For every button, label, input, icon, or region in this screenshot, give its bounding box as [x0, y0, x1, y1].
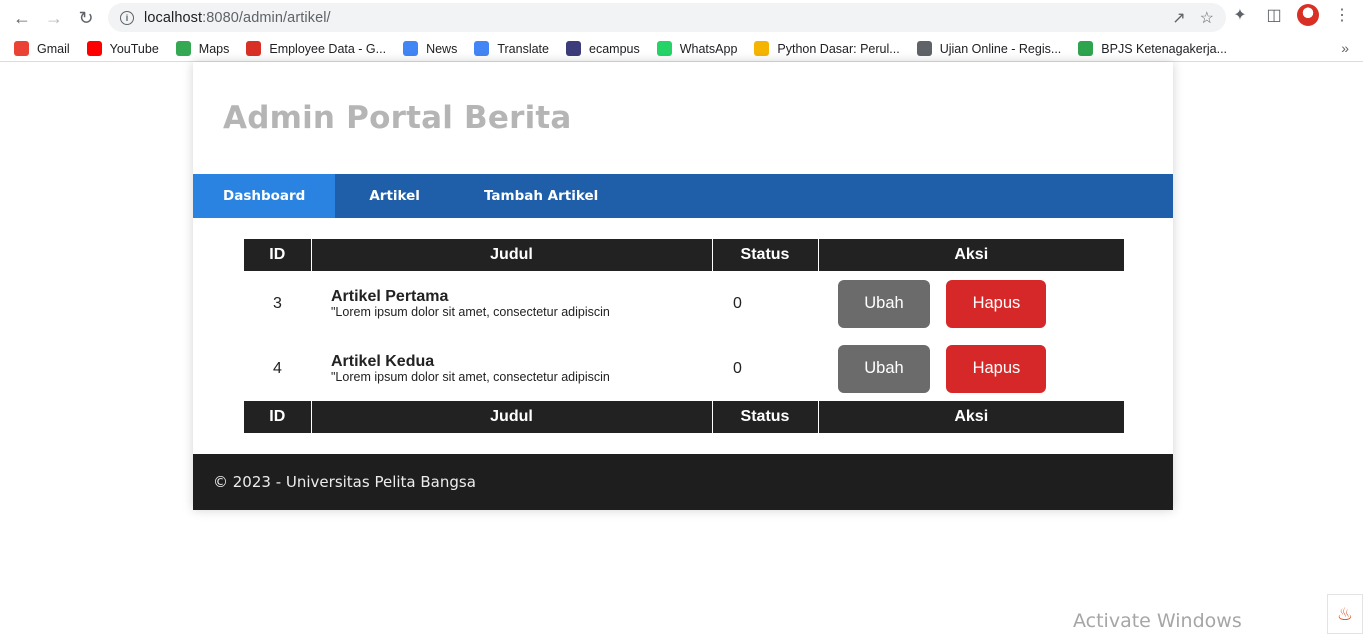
bookmark-label: ecampus	[589, 41, 640, 56]
article-table: ID Judul Status Aksi 3 Artikel Pertama "…	[244, 239, 1124, 433]
bookmark-bpjs[interactable]: BPJS Ketenagakerja...	[1078, 41, 1227, 56]
reload-icon[interactable]: ↻	[72, 4, 100, 32]
article-title: Artikel Pertama	[331, 288, 449, 305]
address-bar[interactable]: i localhost:8080/admin/artikel/ ↗ ☆	[108, 3, 1226, 32]
row-id: 4	[273, 359, 282, 377]
bookmark-grp[interactable]: Employee Data - G...	[246, 41, 386, 56]
globe-icon	[916, 41, 932, 56]
article-excerpt: "Lorem ipsum dolor sit amet, consectetur…	[331, 305, 610, 319]
site-container: Admin Portal Berita Dashboard Artikel Ta…	[193, 62, 1173, 510]
bookmark-label: Translate	[497, 41, 549, 56]
bookmark-label: WhatsApp	[679, 41, 738, 56]
header-status: Status	[711, 239, 818, 271]
gmail-icon	[14, 41, 29, 56]
footer-text: © 2023 - Universitas Pelita Bangsa	[213, 473, 476, 491]
nav-dashboard[interactable]: Dashboard	[193, 174, 336, 218]
table-header-row: ID Judul Status Aksi	[244, 239, 1124, 271]
site-footer: © 2023 - Universitas Pelita Bangsa	[193, 454, 1173, 510]
share-icon[interactable]: ↗	[1172, 8, 1185, 28]
grp-icon	[246, 41, 262, 56]
table-row: 3 Artikel Pertama "Lorem ipsum dolor sit…	[244, 271, 1124, 336]
bpjs-icon	[1078, 41, 1094, 56]
debug-toolbar-icon[interactable]: ♨	[1327, 594, 1363, 634]
bookmark-label: Gmail	[37, 41, 70, 56]
row-judul: Artikel Pertama "Lorem ipsum dolor sit a…	[311, 271, 712, 336]
row-status: 0	[733, 294, 742, 312]
site-title: Admin Portal Berita	[223, 100, 572, 136]
edit-button[interactable]: Ubah	[838, 344, 930, 393]
nav-tambah-artikel[interactable]: Tambah Artikel	[454, 174, 628, 218]
main-nav: Dashboard Artikel Tambah Artikel	[193, 174, 1173, 218]
bookmarks-bar: Gmail YouTube Maps Employee Data - G... News…	[0, 36, 1363, 62]
ecampus-icon	[566, 41, 581, 56]
more-bookmarks-icon[interactable]: »	[1341, 40, 1349, 56]
article-excerpt: "Lorem ipsum dolor sit amet, consectetur…	[331, 370, 610, 384]
delete-button[interactable]: Hapus	[946, 279, 1047, 328]
bookmark-maps[interactable]: Maps	[175, 41, 230, 56]
bookmark-python[interactable]: Python Dasar: Perul...	[754, 41, 900, 56]
bookmark-news[interactable]: News	[403, 41, 457, 56]
extensions-icon[interactable]: ✦	[1229, 4, 1251, 26]
bookmark-ecampus[interactable]: ecampus	[566, 41, 640, 56]
bookmark-label: YouTube	[109, 41, 159, 56]
profile-avatar[interactable]	[1297, 4, 1319, 26]
nav-artikel[interactable]: Artikel	[335, 174, 454, 218]
bookmark-translate[interactable]: Translate	[474, 41, 549, 56]
edit-button[interactable]: Ubah	[838, 279, 930, 328]
row-judul: Artikel Kedua "Lorem ipsum dolor sit ame…	[311, 336, 712, 401]
bookmark-youtube[interactable]: YouTube	[86, 41, 159, 56]
footer-judul: Judul	[310, 401, 712, 433]
header-judul: Judul	[310, 239, 712, 271]
row-status: 0	[733, 359, 742, 377]
article-title: Artikel Kedua	[331, 353, 435, 370]
whatsapp-icon	[656, 41, 672, 56]
row-actions: Ubah Hapus	[818, 336, 1124, 401]
footer-aksi: Aksi	[817, 401, 1124, 433]
row-actions: Ubah Hapus	[818, 271, 1124, 336]
url-text[interactable]: localhost:8080/admin/artikel/	[144, 10, 331, 26]
bookmark-globe[interactable]: Ujian Online - Regis...	[916, 41, 1062, 56]
page-viewport: Admin Portal Berita Dashboard Artikel Ta…	[0, 62, 1363, 639]
table-row: 4 Artikel Kedua "Lorem ipsum dolor sit a…	[244, 336, 1124, 401]
back-icon[interactable]: ←	[8, 4, 36, 32]
menu-icon[interactable]: ⋮	[1331, 4, 1353, 26]
bookmark-label: Employee Data - G...	[269, 41, 387, 56]
forward-icon[interactable]: →	[40, 4, 68, 32]
header-id: ID	[244, 239, 311, 271]
bookmark-gmail[interactable]: Gmail	[14, 41, 70, 56]
delete-button[interactable]: Hapus	[946, 344, 1047, 393]
bookmark-star-icon[interactable]: ☆	[1200, 8, 1214, 28]
bookmark-whatsapp[interactable]: WhatsApp	[656, 41, 738, 56]
header-aksi: Aksi	[817, 239, 1124, 271]
youtube-icon	[86, 41, 102, 56]
side-panel-icon[interactable]: ◫	[1263, 4, 1285, 26]
site-header: Admin Portal Berita	[193, 62, 1173, 174]
bookmark-label: Maps	[198, 41, 230, 56]
bookmark-label: News	[426, 41, 458, 56]
bookmark-label: Ujian Online - Regis...	[939, 41, 1062, 56]
maps-icon	[175, 41, 191, 56]
news-icon	[403, 41, 419, 56]
site-info-icon[interactable]: i	[120, 10, 134, 25]
row-id: 3	[273, 294, 282, 312]
browser-toolbar: ← → ↻ i localhost:8080/admin/artikel/ ↗ …	[0, 0, 1363, 36]
activate-windows-watermark: Activate Windows	[1073, 610, 1242, 632]
translate-icon	[474, 41, 490, 56]
python-icon	[754, 41, 770, 56]
main-content: ID Judul Status Aksi 3 Artikel Pertama "…	[193, 218, 1173, 454]
footer-id: ID	[244, 401, 311, 433]
table-footer-row: ID Judul Status Aksi	[244, 401, 1124, 433]
footer-status: Status	[711, 401, 818, 433]
bookmark-label: Python Dasar: Perul...	[777, 41, 900, 56]
bookmark-label: BPJS Ketenagakerja...	[1101, 41, 1228, 56]
